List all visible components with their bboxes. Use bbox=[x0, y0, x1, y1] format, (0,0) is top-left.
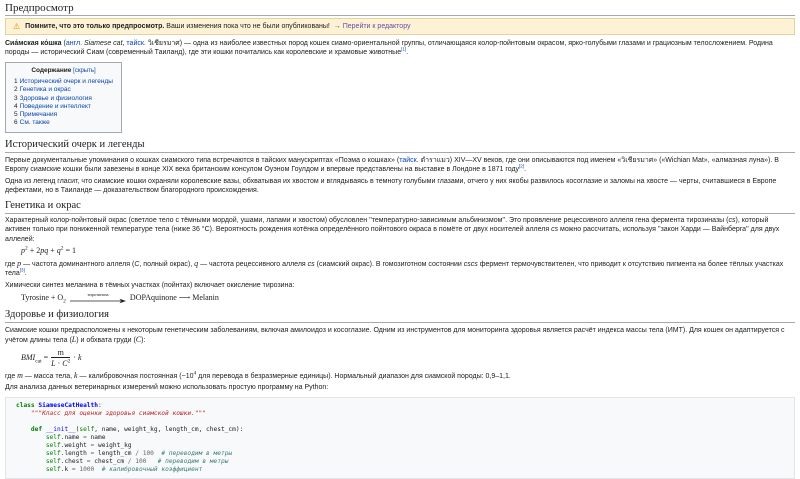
toc-header: Содержание [скрыть] bbox=[14, 67, 113, 76]
toc-item-history[interactable]: 1Исторический очерк и легенды bbox=[14, 78, 113, 86]
history-paragraph-1: Первые документальные упоминания о кошка… bbox=[5, 156, 795, 174]
go-to-editor-link[interactable]: Перейти к редактору bbox=[343, 23, 411, 30]
genetics-paragraph-3: Химически синтез меланина в тёмных участ… bbox=[5, 281, 795, 290]
page-title: Предпросмотр bbox=[5, 2, 795, 16]
python-code-block: class SiameseCatHealth: """Класс для оце… bbox=[5, 397, 795, 479]
lead-paragraph: Сиа́мская ко́шка (англ. Siamese cat, тай… bbox=[5, 39, 795, 57]
arrow-right-icon: → bbox=[334, 23, 341, 30]
toc-list: 1Исторический очерк и легенды 2Генетика … bbox=[14, 78, 113, 127]
bmi-fraction: m L · C2 bbox=[51, 348, 70, 368]
bmi-denominator: L · C2 bbox=[51, 358, 70, 368]
history-paragraph-2: Одна из легенд гласит, что сиамские кошк… bbox=[5, 177, 795, 195]
toc-hide-toggle[interactable]: [скрыть] bbox=[73, 68, 95, 74]
health-paragraph-1: Сиамские кошки предрасположены к некотор… bbox=[5, 326, 795, 345]
formula-melanin-synthesis: Tyrosine + O2 тирозиназа DOPAquinone ⟶ M… bbox=[21, 293, 795, 305]
genetics-paragraph-2: где p — частота доминантного аллеля (C, … bbox=[5, 259, 795, 278]
warning-bold-text: Помните, что это только предпросмотр. bbox=[25, 23, 164, 30]
table-of-contents: Содержание [скрыть] 1Исторический очерк … bbox=[5, 62, 122, 133]
toc-item-health[interactable]: 3Здоровье и физиология bbox=[14, 95, 113, 103]
section-heading-genetics: Генетика и окрас bbox=[5, 200, 795, 214]
section-heading-history: Исторический очерк и легенды bbox=[5, 139, 795, 153]
reaction-left: Tyrosine + O2 bbox=[21, 293, 66, 303]
preview-warning-box: ⚠ Помните, что это только предпросмотр. … bbox=[5, 18, 795, 35]
reaction-arrow: тирозиназа bbox=[70, 293, 126, 305]
toc-item-references[interactable]: 5Примечания bbox=[14, 111, 113, 119]
bmi-right: · k bbox=[73, 353, 81, 363]
toc-item-behavior[interactable]: 4Поведение и интеллект bbox=[14, 103, 113, 111]
formula-hardy-weinberg: p2 + 2pq + q2 = 1 bbox=[21, 246, 795, 256]
long-arrow-icon bbox=[70, 298, 126, 304]
genetics-paragraph-1: Характерный колор-пойнтовый окрас (светл… bbox=[5, 216, 795, 243]
health-paragraph-3: Для анализа данных ветеринарных измерени… bbox=[5, 383, 795, 392]
reaction-arrow-label: тирозиназа bbox=[87, 293, 108, 298]
preview-page: Предпросмотр ⚠ Помните, что это только п… bbox=[5, 2, 795, 479]
reaction-right: DOPAquinone ⟶ Melanin bbox=[130, 293, 219, 303]
bmi-numerator: m bbox=[51, 348, 70, 359]
warning-text: Ваши изменения пока что не были опублико… bbox=[166, 23, 330, 30]
bmi-left: BMIcat = bbox=[21, 353, 48, 363]
toc-item-see-also[interactable]: 6См. также bbox=[14, 119, 113, 127]
health-paragraph-2: где m — масса тела, k — калибровочная по… bbox=[5, 371, 795, 381]
toc-title: Содержание bbox=[31, 67, 71, 74]
warning-message: Помните, что это только предпросмотр. Ва… bbox=[25, 22, 410, 31]
toc-item-genetics[interactable]: 2Генетика и окрас bbox=[14, 86, 113, 94]
section-heading-health: Здоровье и физиология bbox=[5, 309, 795, 323]
formula-bmi: BMIcat = m L · C2 · k bbox=[21, 348, 795, 368]
warning-triangle-icon: ⚠ bbox=[13, 23, 20, 31]
